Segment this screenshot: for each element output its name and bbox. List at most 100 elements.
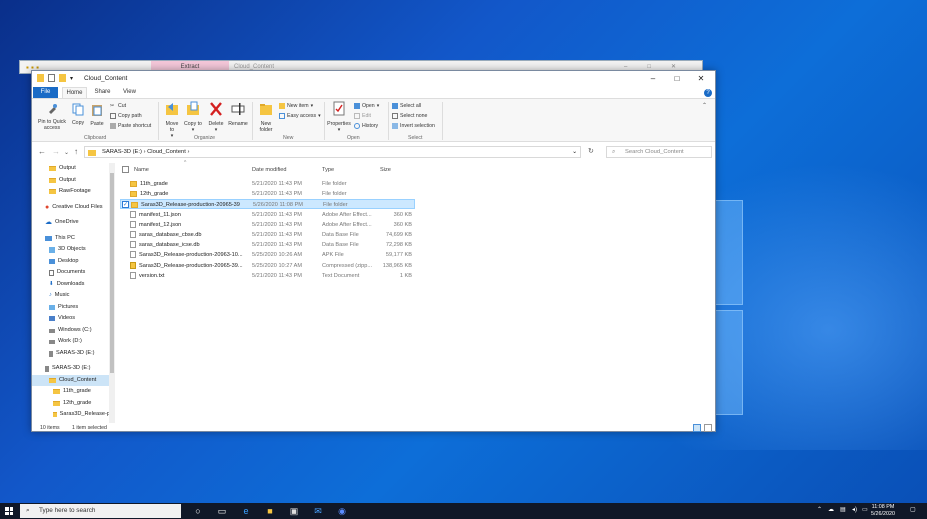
file-row[interactable]: Saras3D_Release-production-20965-39... 5/…: [120, 261, 415, 271]
breadcrumb-drive[interactable]: SARAS-3D (E:): [102, 149, 142, 155]
task-view-icon[interactable]: ▭: [217, 506, 227, 516]
help-icon[interactable]: ?: [704, 89, 712, 97]
sidebar-item-this-pc[interactable]: This PC: [32, 233, 110, 244]
scrollbar-thumb[interactable]: [110, 173, 114, 373]
sidebar-item-cloud-content[interactable]: Cloud_Content: [32, 375, 110, 386]
edge-icon[interactable]: e: [241, 506, 251, 516]
clock[interactable]: 11:08 PM 5/26/2020: [871, 504, 895, 518]
properties-button[interactable]: Properties ▾: [327, 101, 351, 133]
chevron-down-icon[interactable]: ⌄: [572, 147, 577, 158]
tab-view[interactable]: View: [117, 87, 142, 98]
up-arrow-icon[interactable]: ↑: [74, 147, 78, 156]
sidebar-item-12th-grade[interactable]: 12th_grade: [32, 398, 110, 409]
copy-path-button[interactable]: Copy path: [110, 113, 142, 119]
back-arrow-icon[interactable]: ←: [38, 147, 46, 156]
sidebar-item-documents[interactable]: Documents: [32, 267, 110, 278]
file-row[interactable]: manifest_12.json 5/21/2020 11:43 PM Adobe …: [120, 220, 415, 230]
new-folder-icon[interactable]: [59, 74, 66, 82]
file-row[interactable]: Saras3D_Release-production-20963-10... 5/…: [120, 250, 415, 260]
collapse-ribbon-icon[interactable]: ⌃: [702, 102, 707, 109]
copy-to-button[interactable]: Copy to ▾: [184, 101, 202, 133]
sidebar-item-rawfootage[interactable]: RawFootage: [32, 186, 110, 197]
recent-locations-icon[interactable]: ⌄: [64, 149, 69, 156]
select-all-checkbox[interactable]: [122, 166, 129, 173]
file-row[interactable]: ✓ Saras3D_Release-production-20965-39 5/26…: [120, 199, 415, 210]
file-row[interactable]: version.txt 5/21/2020 11:43 PM Text Docume…: [120, 271, 415, 281]
column-header-date[interactable]: Date modified: [252, 163, 287, 177]
edit-button[interactable]: Edit: [354, 113, 371, 119]
taskbar-search-input[interactable]: ⌕ Type here to search: [20, 504, 181, 518]
sidebar-item-saras-e-root[interactable]: SARAS-3D (E:): [32, 363, 110, 374]
start-button[interactable]: [5, 507, 13, 515]
row-checkbox[interactable]: ✓: [122, 201, 129, 209]
store-icon[interactable]: ▣: [289, 506, 299, 516]
show-hidden-icons-icon[interactable]: ⌃: [817, 506, 822, 513]
column-header-type[interactable]: Type: [322, 163, 334, 177]
tab-home[interactable]: Home: [62, 87, 87, 98]
file-row[interactable]: 12th_grade 5/21/2020 11:43 PM File folder: [120, 189, 415, 199]
maximize-button[interactable]: □: [665, 71, 689, 87]
sidebar-item-output[interactable]: Output: [32, 175, 110, 186]
keyboard-icon[interactable]: ▭: [862, 506, 868, 513]
sidebar-item-desktop[interactable]: Desktop: [32, 256, 110, 267]
sidebar-item-11th-grade[interactable]: 11th_grade: [32, 386, 110, 397]
notifications-icon[interactable]: ▢: [910, 506, 916, 513]
navigation-scrollbar[interactable]: [109, 163, 115, 423]
network-icon[interactable]: ▤: [840, 506, 846, 513]
new-folder-button[interactable]: New folder: [256, 101, 276, 133]
column-header-size[interactable]: Size: [380, 163, 391, 177]
details-view-icon[interactable]: [693, 424, 701, 432]
breadcrumb-folder[interactable]: Cloud_Content: [147, 149, 186, 155]
tab-share[interactable]: Share: [90, 87, 115, 98]
cut-button[interactable]: ✂ Cut: [110, 103, 126, 109]
pin-to-quick-access-button[interactable]: Pin to Quick access: [35, 103, 69, 131]
file-row[interactable]: 11th_grade 5/21/2020 11:43 PM File folder: [120, 179, 415, 189]
sidebar-item-music[interactable]: ♪ Music: [32, 290, 110, 301]
sidebar-item-videos[interactable]: Videos: [32, 313, 110, 324]
rename-button[interactable]: Rename: [228, 101, 248, 127]
zoom-icon[interactable]: ◉: [337, 506, 347, 516]
paste-shortcut-button[interactable]: Paste shortcut: [110, 123, 151, 129]
tab-file[interactable]: File: [33, 87, 58, 98]
search-input[interactable]: ⌕ Search Cloud_Content: [606, 146, 712, 158]
move-to-button[interactable]: Move to ▾: [163, 101, 181, 139]
sidebar-item-onedrive[interactable]: ☁ OneDrive: [32, 217, 110, 228]
history-button[interactable]: History: [354, 123, 378, 129]
chevron-right-icon[interactable]: ›: [187, 149, 189, 155]
minimize-button[interactable]: –: [641, 71, 665, 87]
easy-access-button[interactable]: Easy access ▾: [279, 113, 321, 119]
file-explorer-icon[interactable]: ■: [265, 506, 275, 516]
close-button[interactable]: ✕: [689, 71, 713, 87]
select-all-button[interactable]: Select all: [392, 103, 421, 109]
sidebar-item-3d-objects[interactable]: 3D Objects: [32, 244, 110, 255]
open-button[interactable]: Open ▾: [354, 103, 379, 109]
file-row[interactable]: saras_database_icse.db 5/21/2020 11:43 PM…: [120, 240, 415, 250]
forward-arrow-icon[interactable]: →: [52, 147, 60, 156]
sidebar-item-output[interactable]: Output: [32, 163, 110, 174]
copy-button[interactable]: Copy: [70, 103, 86, 126]
sidebar-item-windows-c[interactable]: Windows (C:): [32, 325, 110, 336]
new-item-button[interactable]: New item ▾: [279, 103, 313, 109]
chevron-down-icon[interactable]: ▾: [70, 75, 73, 82]
mail-icon[interactable]: ✉: [313, 506, 323, 516]
large-icons-view-icon[interactable]: [704, 424, 712, 432]
onedrive-tray-icon[interactable]: ☁: [828, 506, 834, 513]
column-header-name[interactable]: Name: [134, 163, 149, 177]
properties-icon[interactable]: [48, 74, 55, 82]
invert-selection-button[interactable]: Invert selection: [392, 123, 435, 129]
sidebar-item-saras3d-release[interactable]: Saras3D_Release-p: [32, 409, 110, 420]
cortana-icon[interactable]: ○: [193, 506, 203, 516]
speaker-icon[interactable]: ◂): [852, 506, 857, 513]
delete-button[interactable]: Delete ▾: [206, 101, 226, 133]
sidebar-item-downloads[interactable]: ⬇ Downloads: [32, 279, 110, 290]
file-row[interactable]: saras_database_cbse.db 5/21/2020 11:43 PM…: [120, 230, 415, 240]
address-bar[interactable]: SARAS-3D (E:) › Cloud_Content › ⌄: [84, 146, 581, 158]
paste-button[interactable]: Paste: [89, 103, 105, 127]
sidebar-item-pictures[interactable]: Pictures: [32, 302, 110, 313]
file-row[interactable]: manifest_11.json 5/21/2020 11:43 PM Adobe …: [120, 210, 415, 220]
sidebar-item-saras-e[interactable]: SARAS-3D (E:): [32, 348, 110, 359]
sidebar-item-work-d[interactable]: Work (D:): [32, 336, 110, 347]
select-none-button[interactable]: Select none: [392, 113, 427, 119]
refresh-icon[interactable]: ↻: [588, 147, 594, 155]
sidebar-item-creative-cloud[interactable]: ● Creative Cloud Files: [32, 202, 110, 213]
